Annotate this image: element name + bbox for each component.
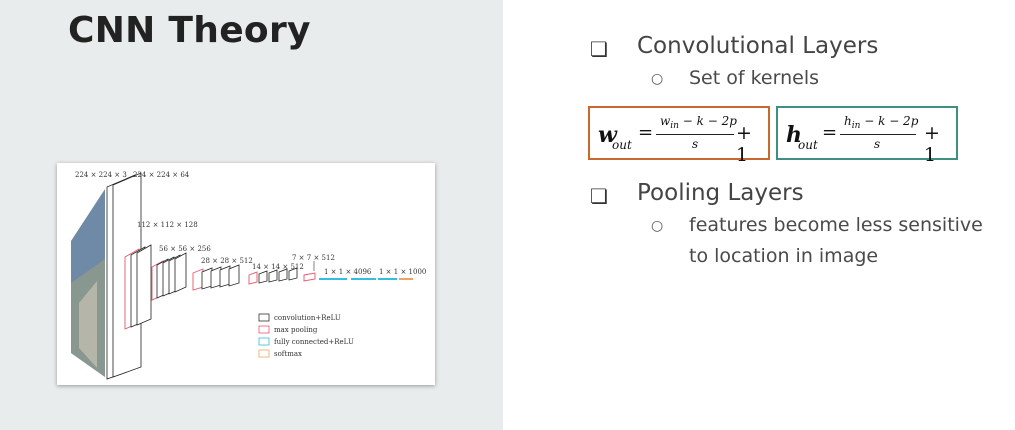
formula-eq: =	[638, 122, 654, 143]
dim-label: 14 × 14 × 512	[252, 263, 304, 271]
pool-block-3	[192, 268, 204, 291]
pool-block-4	[248, 271, 258, 285]
legend: convolution+ReLU max pooling fully conne…	[258, 313, 354, 358]
dim-label: 224 × 224 × 64	[133, 171, 190, 179]
checkbox-bullet-icon: ❏	[590, 184, 608, 208]
dim-label: 112 × 112 × 128	[137, 221, 198, 229]
formula-numerator: win − k − 2p	[660, 114, 737, 131]
formula-plus-one: + 1	[924, 122, 940, 166]
formula-numerator: hin − k − 2p	[844, 114, 919, 131]
formula-plus-one: + 1	[736, 122, 752, 166]
checkbox-bullet-icon: ❏	[590, 37, 608, 61]
formula-sub: out	[612, 138, 632, 152]
legend-label: max pooling	[274, 326, 318, 334]
legend-swatch-pool	[258, 325, 270, 334]
formula-w-out: w out = win − k − 2p s + 1	[588, 106, 770, 166]
legend-label: fully connected+ReLU	[274, 338, 354, 346]
pool-block-5	[303, 272, 316, 282]
fraction-bar	[656, 134, 734, 135]
legend-label: softmax	[274, 350, 302, 358]
dim-label: 28 × 28 × 512	[201, 257, 253, 265]
formula-denominator: s	[692, 137, 699, 151]
formula-sub: out	[798, 138, 818, 152]
legend-swatch-conv	[258, 313, 270, 322]
fraction-bar	[840, 134, 916, 135]
bullet-pooling-layers: Pooling Layers	[637, 180, 804, 206]
sub-bullet-features: features become less sensitive	[689, 214, 983, 236]
formula-h-out: h out = hin − k − 2p s + 1	[776, 106, 958, 166]
dim-label: 56 × 56 × 256	[159, 245, 211, 253]
circle-bullet-icon: ○	[651, 71, 664, 87]
formula-eq: =	[822, 122, 838, 143]
legend-label: convolution+ReLU	[274, 314, 341, 322]
legend-swatch-fc	[258, 337, 270, 346]
circle-bullet-icon: ○	[651, 218, 664, 234]
sub-bullet-location: to location in image	[689, 245, 879, 267]
dim-label: 224 × 224 × 3	[75, 171, 127, 179]
slide-title: CNN Theory	[68, 10, 311, 51]
formula-denominator: s	[874, 137, 881, 151]
sub-bullet-kernels: Set of kernels	[689, 67, 819, 89]
dim-label: 1 × 1 × 4096	[324, 268, 372, 276]
dim-label: 1 × 1 × 1000	[379, 268, 426, 276]
dim-label: 7 × 7 × 512	[292, 254, 335, 262]
vgg-architecture-figure: 224 × 224 × 3 224 × 224 × 64 112 × 112 ×…	[57, 163, 435, 385]
bullet-convolutional-layers: Convolutional Layers	[637, 33, 879, 59]
legend-swatch-softmax	[258, 349, 270, 358]
